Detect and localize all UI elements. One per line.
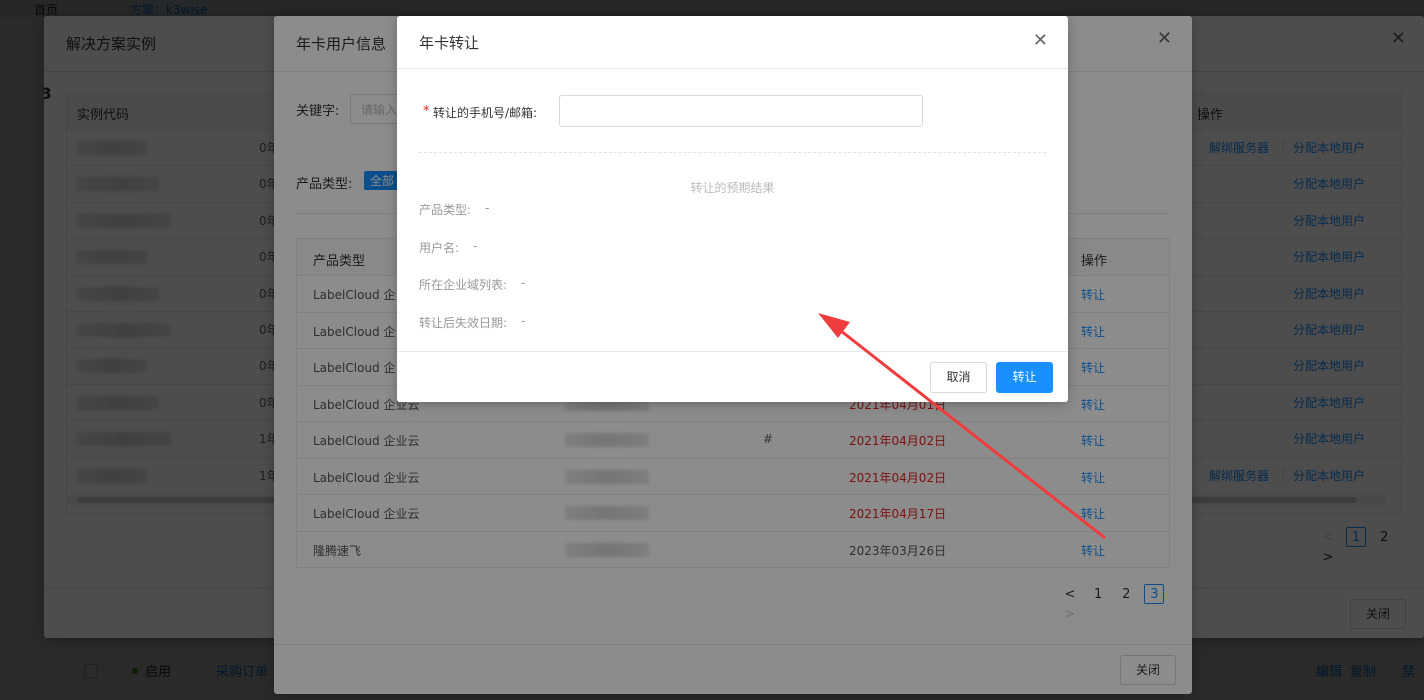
transfer-target-input[interactable]: [559, 95, 923, 127]
result-label: 用户名:: [419, 240, 460, 255]
dialog-title: 年卡转让: [419, 34, 480, 52]
expected-result-title: 转让的预期结果: [690, 181, 775, 195]
result-value: -: [485, 201, 490, 215]
result-label: 产品类型:: [419, 203, 472, 217]
dialog-footer-line: [397, 351, 1068, 352]
required-mark: *: [423, 104, 430, 119]
transfer-dialog: 年卡转让 ✕ * 转让的手机号/邮箱: 转让的预期结果 产品类型: 用户名: 所在企…: [397, 16, 1068, 402]
cancel-button[interactable]: 取消: [930, 362, 987, 393]
dialog-header: 年卡转让 ✕: [397, 16, 1068, 69]
result-value: -: [521, 276, 526, 290]
result-value: -: [521, 313, 526, 328]
result-label: 所在企业域列表:: [419, 278, 508, 292]
result-label: 转让后失效日期:: [419, 315, 508, 330]
transfer-target-label: 转让的手机号/邮箱:: [433, 106, 538, 120]
confirm-transfer-button[interactable]: 转让: [996, 362, 1053, 393]
dialog-dashed-divider: [419, 152, 1046, 153]
dialog-close-icon[interactable]: ✕: [1033, 32, 1048, 50]
result-value: -: [473, 238, 478, 253]
